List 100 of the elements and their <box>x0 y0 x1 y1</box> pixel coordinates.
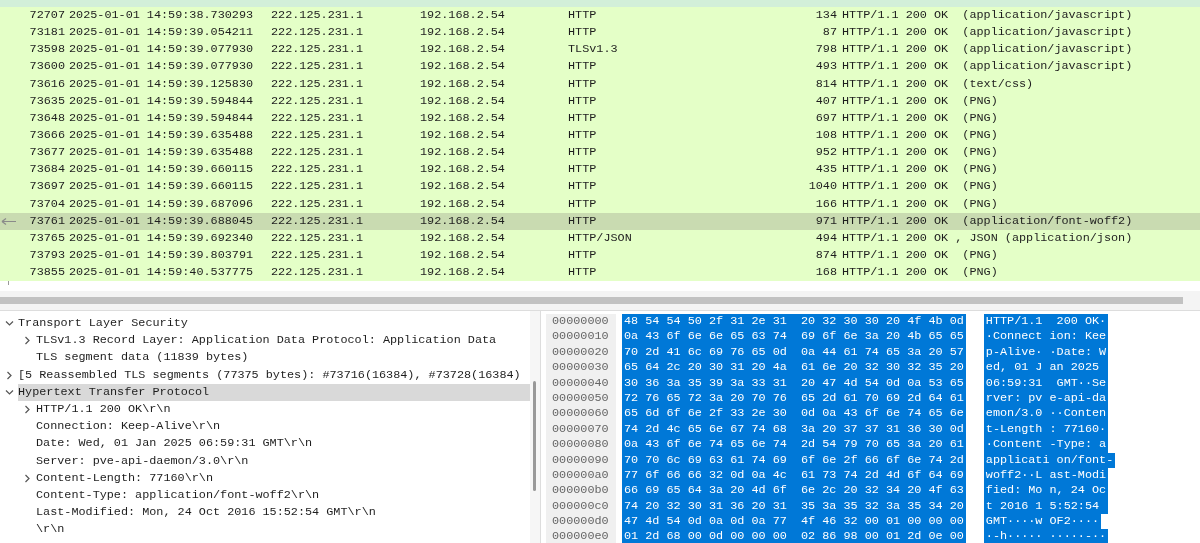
packet-length: 108 <box>815 128 837 142</box>
timestamp: 2025-01-01 14:59:39.803791 <box>69 247 254 262</box>
packet-length: 168 <box>815 265 837 280</box>
packet-row[interactable]: 73697 2025-01-01 14:59:39.660115 222.125.231.1 192.168.2.54 HTTP 1040 HTTP/1.1 200 OK (PNG) <box>0 178 1200 196</box>
packet-row[interactable]: 73684 2025-01-01 14:59:39.660115 222.125.231.1 192.168.2.54 HTTP 435 HTTP/1.1 200 OK (PNG) <box>0 161 1200 179</box>
tree-item[interactable]: Date: Wed, 01 Jan 2025 06:59:31 GMT\r\n <box>36 435 530 453</box>
packet-number: 73793 <box>29 247 65 262</box>
packet-length: 814 <box>815 76 837 91</box>
source-address: 222.125.231.1 <box>271 8 364 22</box>
ascii-bytes: emon/3.0 ··Conten <box>983 406 1109 422</box>
tree-item[interactable]: \r\n <box>36 521 530 539</box>
packet-length: 407 <box>815 93 837 108</box>
packet-info: HTTP/1.1 200 OK (PNG) <box>842 265 998 280</box>
packet-row[interactable]: 73600 2025-01-01 14:59:39.077930 222.125.231.1 192.168.2.54 HTTP 493 HTTP/1.1 200 OK (application/javascript) <box>0 58 1200 76</box>
packet-length: 435 <box>815 162 837 177</box>
ascii-bytes: GMT····w OF2···· <box>983 514 1102 530</box>
packet-info: HTTP/1.1 200 OK (application/javascript) <box>842 25 1133 40</box>
packet-info: HTTP/1.1 200 OK (application/javascript) <box>842 42 1133 57</box>
source-address: 222.125.231.1 <box>271 110 364 125</box>
packet-info: HTTP/1.1 200 OK (PNG) <box>842 93 998 108</box>
packet-length: 134 <box>815 8 837 22</box>
destination-address: 192.168.2.54 <box>420 230 505 245</box>
byte-offset: 00000080 <box>546 437 616 453</box>
tree-item[interactable]: Transport Layer Security <box>18 315 530 333</box>
tree-item[interactable]: Content-Type: application/font-woff2\r\n <box>36 486 530 505</box>
packet-length: 971 <box>815 213 837 228</box>
packet-row[interactable]: 73855 2025-01-01 14:59:40.537775 222.125.231.1 192.168.2.54 HTTP 168 HTTP/1.1 200 OK (PNG) <box>0 264 1200 282</box>
ascii-bytes: fied: Mo n, 24 Oc <box>983 483 1109 499</box>
packet-length: 1040 <box>808 179 837 194</box>
source-address: 222.125.231.1 <box>271 145 364 160</box>
hex-bytes: 01 2d 68 00 0d 00 00 00 02 86 98 00 01 2d 0e 00 <box>622 529 966 543</box>
timestamp: 2025-01-01 14:59:39.594844 <box>69 93 254 108</box>
tree-item[interactable]: Hypertext Transfer Protocol <box>18 383 530 401</box>
vertical-scrollbar[interactable] <box>530 311 540 543</box>
tree-item[interactable]: Server: pve-api-daemon/3.0\r\n <box>36 452 530 470</box>
destination-address: 192.168.2.54 <box>420 110 505 125</box>
horizontal-scrollbar[interactable] <box>0 290 1200 310</box>
destination-address: 192.168.2.54 <box>420 247 505 262</box>
packet-length: 874 <box>815 247 837 262</box>
source-address: 222.125.231.1 <box>271 25 364 40</box>
packet-number: 73598 <box>29 42 65 57</box>
source-address: 222.125.231.1 <box>271 93 364 108</box>
ascii-bytes: ·Content -Type: a <box>983 437 1109 453</box>
tree-item[interactable]: TLS segment data (11839 bytes) <box>36 349 530 367</box>
timestamp: 2025-01-01 14:59:39.660115 <box>69 162 254 177</box>
protocol: HTTP <box>568 265 597 280</box>
packet-row[interactable]: 73677 2025-01-01 14:59:39.635488 222.125.231.1 192.168.2.54 HTTP 952 HTTP/1.1 200 OK (PNG) <box>0 144 1200 162</box>
tree-item[interactable]: [5 Reassembled TLS segments (77375 bytes): #73716(16384), #73728(16384) <box>18 366 530 384</box>
packet-number: 73697 <box>29 179 65 194</box>
protocol: HTTP <box>568 162 597 177</box>
tree-item[interactable]: Last-Modified: Mon, 24 Oct 2016 15:52:54 GMT\r\n <box>36 504 530 522</box>
destination-address: 192.168.2.54 <box>420 196 505 211</box>
tree-item[interactable]: HTTP/1.1 200 OK\r\n <box>36 400 530 419</box>
hex-bytes: 65 64 2c 20 30 31 20 4a 61 6e 20 32 30 32 35 20 <box>622 360 966 376</box>
destination-address: 192.168.2.54 <box>420 145 505 160</box>
packet-length: 493 <box>815 59 837 74</box>
protocol: HTTP <box>568 8 597 22</box>
packet-row[interactable]: 72707 2025-01-01 14:59:38.730293 222.125.231.1 192.168.2.54 HTTP 134 HTTP/1.1 200 OK (application/javascript) <box>0 7 1200 25</box>
protocol: HTTP <box>568 247 597 262</box>
timestamp: 2025-01-01 14:59:39.688045 <box>69 213 254 228</box>
ascii-bytes: HTTP/1.1 200 OK· <box>983 314 1109 330</box>
packet-number: 73635 <box>29 93 65 108</box>
source-address: 222.125.231.1 <box>271 76 364 91</box>
tree-item[interactable]: Connection: Keep-Alive\r\n <box>36 418 530 436</box>
timestamp: 2025-01-01 14:59:39.077930 <box>69 59 254 74</box>
destination-address: 192.168.2.54 <box>420 25 505 40</box>
packet-info: HTTP/1.1 200 OK (PNG) <box>842 162 998 177</box>
packet-number: 73600 <box>29 59 65 74</box>
source-address: 222.125.231.1 <box>271 265 364 280</box>
protocol: HTTP <box>568 25 597 40</box>
tree-item[interactable]: TLSv1.3 Record Layer: Application Data Protocol: Application Data <box>36 332 530 350</box>
timestamp: 2025-01-01 14:59:39.692340 <box>69 230 254 245</box>
packet-number: 73855 <box>29 265 65 280</box>
timestamp: 2025-01-01 14:59:39.077930 <box>69 42 254 57</box>
byte-offset: 00000030 <box>546 360 616 376</box>
ascii-bytes: ·Connect ion: Kee <box>983 329 1109 345</box>
packet-length: 697 <box>815 110 837 125</box>
packet-row[interactable]: 73181 2025-01-01 14:59:39.054211 222.125.231.1 192.168.2.54 HTTP 87 HTTP/1.1 200 OK (application/javascript) <box>0 24 1200 42</box>
protocol: TLSv1.3 <box>568 42 618 57</box>
protocol: HTTP <box>568 145 597 160</box>
destination-address: 192.168.2.54 <box>420 179 505 194</box>
left-arrow-icon <box>1 216 17 226</box>
packet-number: 73684 <box>29 162 65 177</box>
protocol: HTTP <box>568 93 597 108</box>
destination-address: 192.168.2.54 <box>420 162 505 177</box>
source-address: 222.125.231.1 <box>271 196 364 211</box>
packet-row[interactable]: 73598 2025-01-01 14:59:39.077930 222.125.231.1 192.168.2.54 TLSv1.3 798 HTTP/1.1 200 OK (application/javascript) <box>0 41 1200 59</box>
packet-number: 73648 <box>29 110 65 125</box>
protocol: HTTP <box>568 110 597 125</box>
packet-info: HTTP/1.1 200 OK (PNG) <box>842 179 998 194</box>
packet-info: HTTP/1.1 200 OK (PNG) <box>842 196 998 211</box>
timestamp: 2025-01-01 14:59:39.054211 <box>69 25 254 40</box>
destination-address: 192.168.2.54 <box>420 213 505 228</box>
source-address: 222.125.231.1 <box>271 128 364 142</box>
source-address: 222.125.231.1 <box>271 230 364 245</box>
tree-item[interactable]: Content-Length: 77160\r\n <box>36 469 530 487</box>
timestamp: 2025-01-01 14:59:39.594844 <box>69 110 254 125</box>
source-address: 222.125.231.1 <box>271 42 364 57</box>
destination-address: 192.168.2.54 <box>420 76 505 91</box>
byte-offset: 00000000 <box>546 314 616 330</box>
